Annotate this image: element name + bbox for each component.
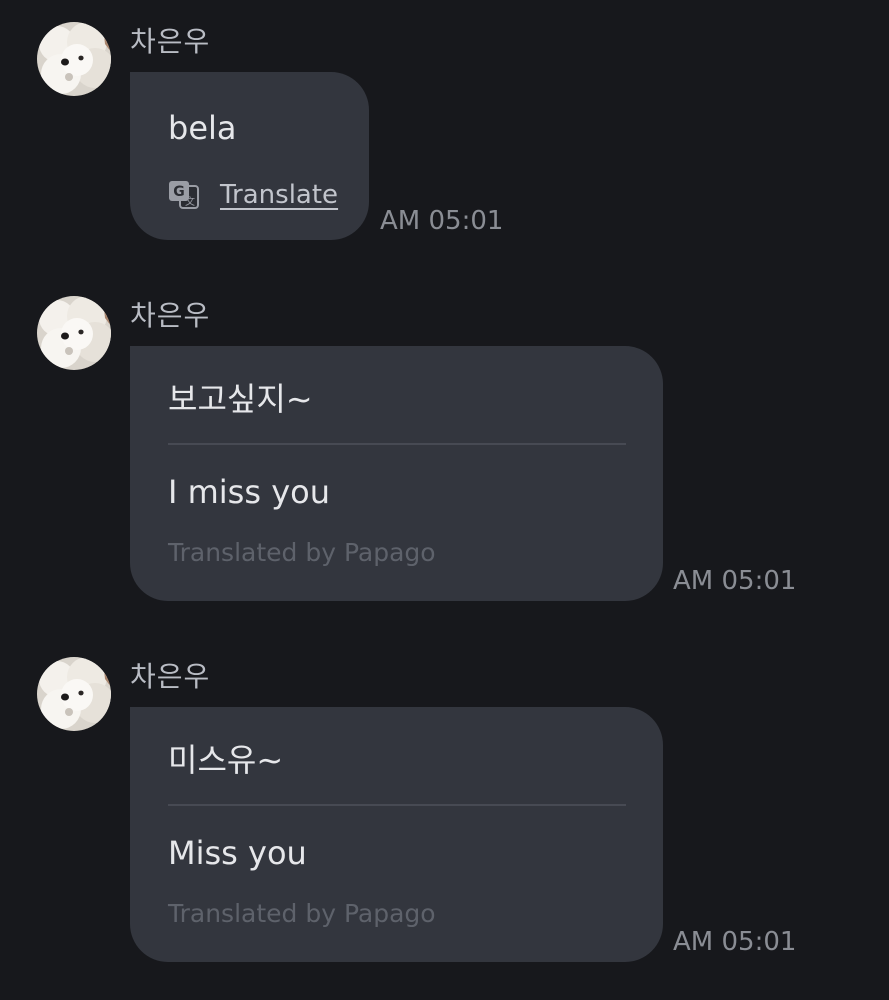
divider <box>168 804 626 806</box>
dog-avatar-icon[interactable] <box>37 657 111 731</box>
message-bubble[interactable]: bela G 文 Translate <box>130 72 369 240</box>
message-text: bela <box>168 109 237 147</box>
translated-by-label: Translated by Papago <box>168 538 436 567</box>
sender-name: 차은우 <box>130 25 211 58</box>
translate-label[interactable]: Translate <box>220 177 338 213</box>
message-bubble[interactable]: 보고싶지~ I miss you Translated by Papago <box>130 346 663 601</box>
sender-name: 차은우 <box>130 299 211 332</box>
translate-button[interactable]: G 文 Translate <box>168 177 338 213</box>
sender-name: 차은우 <box>130 660 211 693</box>
original-text: 보고싶지~ <box>168 380 313 418</box>
timestamp: AM 05:01 <box>380 206 504 236</box>
original-text: 미스유~ <box>168 741 284 779</box>
translated-text: I miss you <box>168 473 330 511</box>
timestamp: AM 05:01 <box>673 566 797 596</box>
chat-message: 차은우 미스유~ Miss you Translated by Papago A… <box>0 657 889 967</box>
dog-avatar-icon[interactable] <box>37 296 111 370</box>
translated-by-label: Translated by Papago <box>168 899 436 928</box>
message-bubble[interactable]: 미스유~ Miss you Translated by Papago <box>130 707 663 962</box>
translate-icon: G 文 <box>168 180 200 210</box>
divider <box>168 443 626 445</box>
svg-text:文: 文 <box>185 195 195 208</box>
dog-avatar-icon[interactable] <box>37 22 111 96</box>
translated-text: Miss you <box>168 834 307 872</box>
chat-message: 차은우 보고싶지~ I miss you Translated by Papag… <box>0 296 889 606</box>
svg-text:G: G <box>173 184 185 200</box>
chat-message: 차은우 bela G 文 Translate AM 05:01 <box>0 22 889 252</box>
timestamp: AM 05:01 <box>673 927 797 957</box>
